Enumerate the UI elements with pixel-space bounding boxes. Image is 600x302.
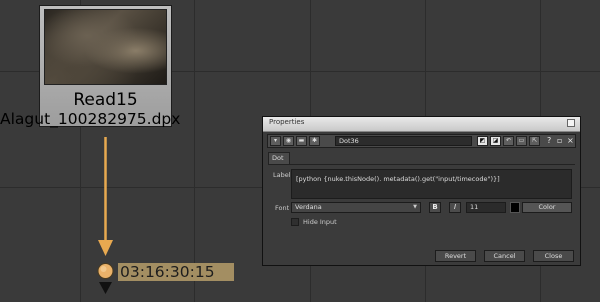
hide-input-label: Hide Input <box>303 218 337 226</box>
revert-button[interactable]: Revert <box>435 250 476 262</box>
center-node-icon[interactable]: ◉ <box>283 136 294 146</box>
properties-titlebar[interactable]: Properties <box>263 117 580 132</box>
label-text-area[interactable]: [python {nuke.thisNode(). metadata().get… <box>291 169 572 199</box>
output-arrow-icon <box>99 282 112 294</box>
arrow-head-icon <box>98 240 113 256</box>
undo-icon[interactable]: ◩ <box>477 136 488 146</box>
properties-toolbar: ▾ ◉ ▬ ✱ Dot36 ◩ ◪ ↶ ▭ ⇱ ? ▫ × <box>267 134 576 148</box>
label-caption: Label <box>273 171 291 179</box>
tab-dot[interactable]: Dot <box>268 152 290 164</box>
revert-icon[interactable]: ↶ <box>503 136 514 146</box>
chevron-down-icon: ▼ <box>413 204 417 210</box>
close-panel-icon[interactable]: × <box>567 135 574 147</box>
bold-button[interactable]: B <box>429 202 441 213</box>
popout-icon[interactable]: ⇱ <box>529 136 540 146</box>
node-icon-icon[interactable]: ✱ <box>309 136 320 146</box>
node-name-field[interactable]: Dot36 <box>335 136 472 146</box>
font-caption: Font <box>275 204 290 212</box>
dot-timecode-label: 03:16:30:15 <box>118 263 234 281</box>
hide-input-checkbox[interactable] <box>291 218 299 226</box>
font-color-swatch[interactable] <box>510 202 520 213</box>
font-size-field[interactable]: 11 <box>466 202 506 213</box>
node-color-icon[interactable]: ▬ <box>296 136 307 146</box>
font-family-select[interactable]: Verdana ▼ <box>291 202 421 213</box>
float-panel-icon[interactable]: ▭ <box>516 136 527 146</box>
font-family-value: Verdana <box>295 203 322 211</box>
close-button[interactable]: Close <box>533 250 574 262</box>
properties-panel: Properties ▾ ◉ ▬ ✱ Dot36 ◩ ◪ ↶ ▭ ⇱ ? ▫ ×… <box>262 116 581 266</box>
cancel-button[interactable]: Cancel <box>484 250 525 262</box>
redo-icon[interactable]: ◪ <box>490 136 501 146</box>
properties-title: Properties <box>269 118 305 126</box>
color-button[interactable]: Color <box>522 202 572 213</box>
help-icon[interactable]: ? <box>547 135 551 147</box>
toggle-panel-icon[interactable]: ▾ <box>270 136 281 146</box>
italic-button[interactable]: I <box>449 202 461 213</box>
float-window-icon[interactable]: ▫ <box>557 135 562 147</box>
window-maximize-button[interactable] <box>567 119 575 127</box>
